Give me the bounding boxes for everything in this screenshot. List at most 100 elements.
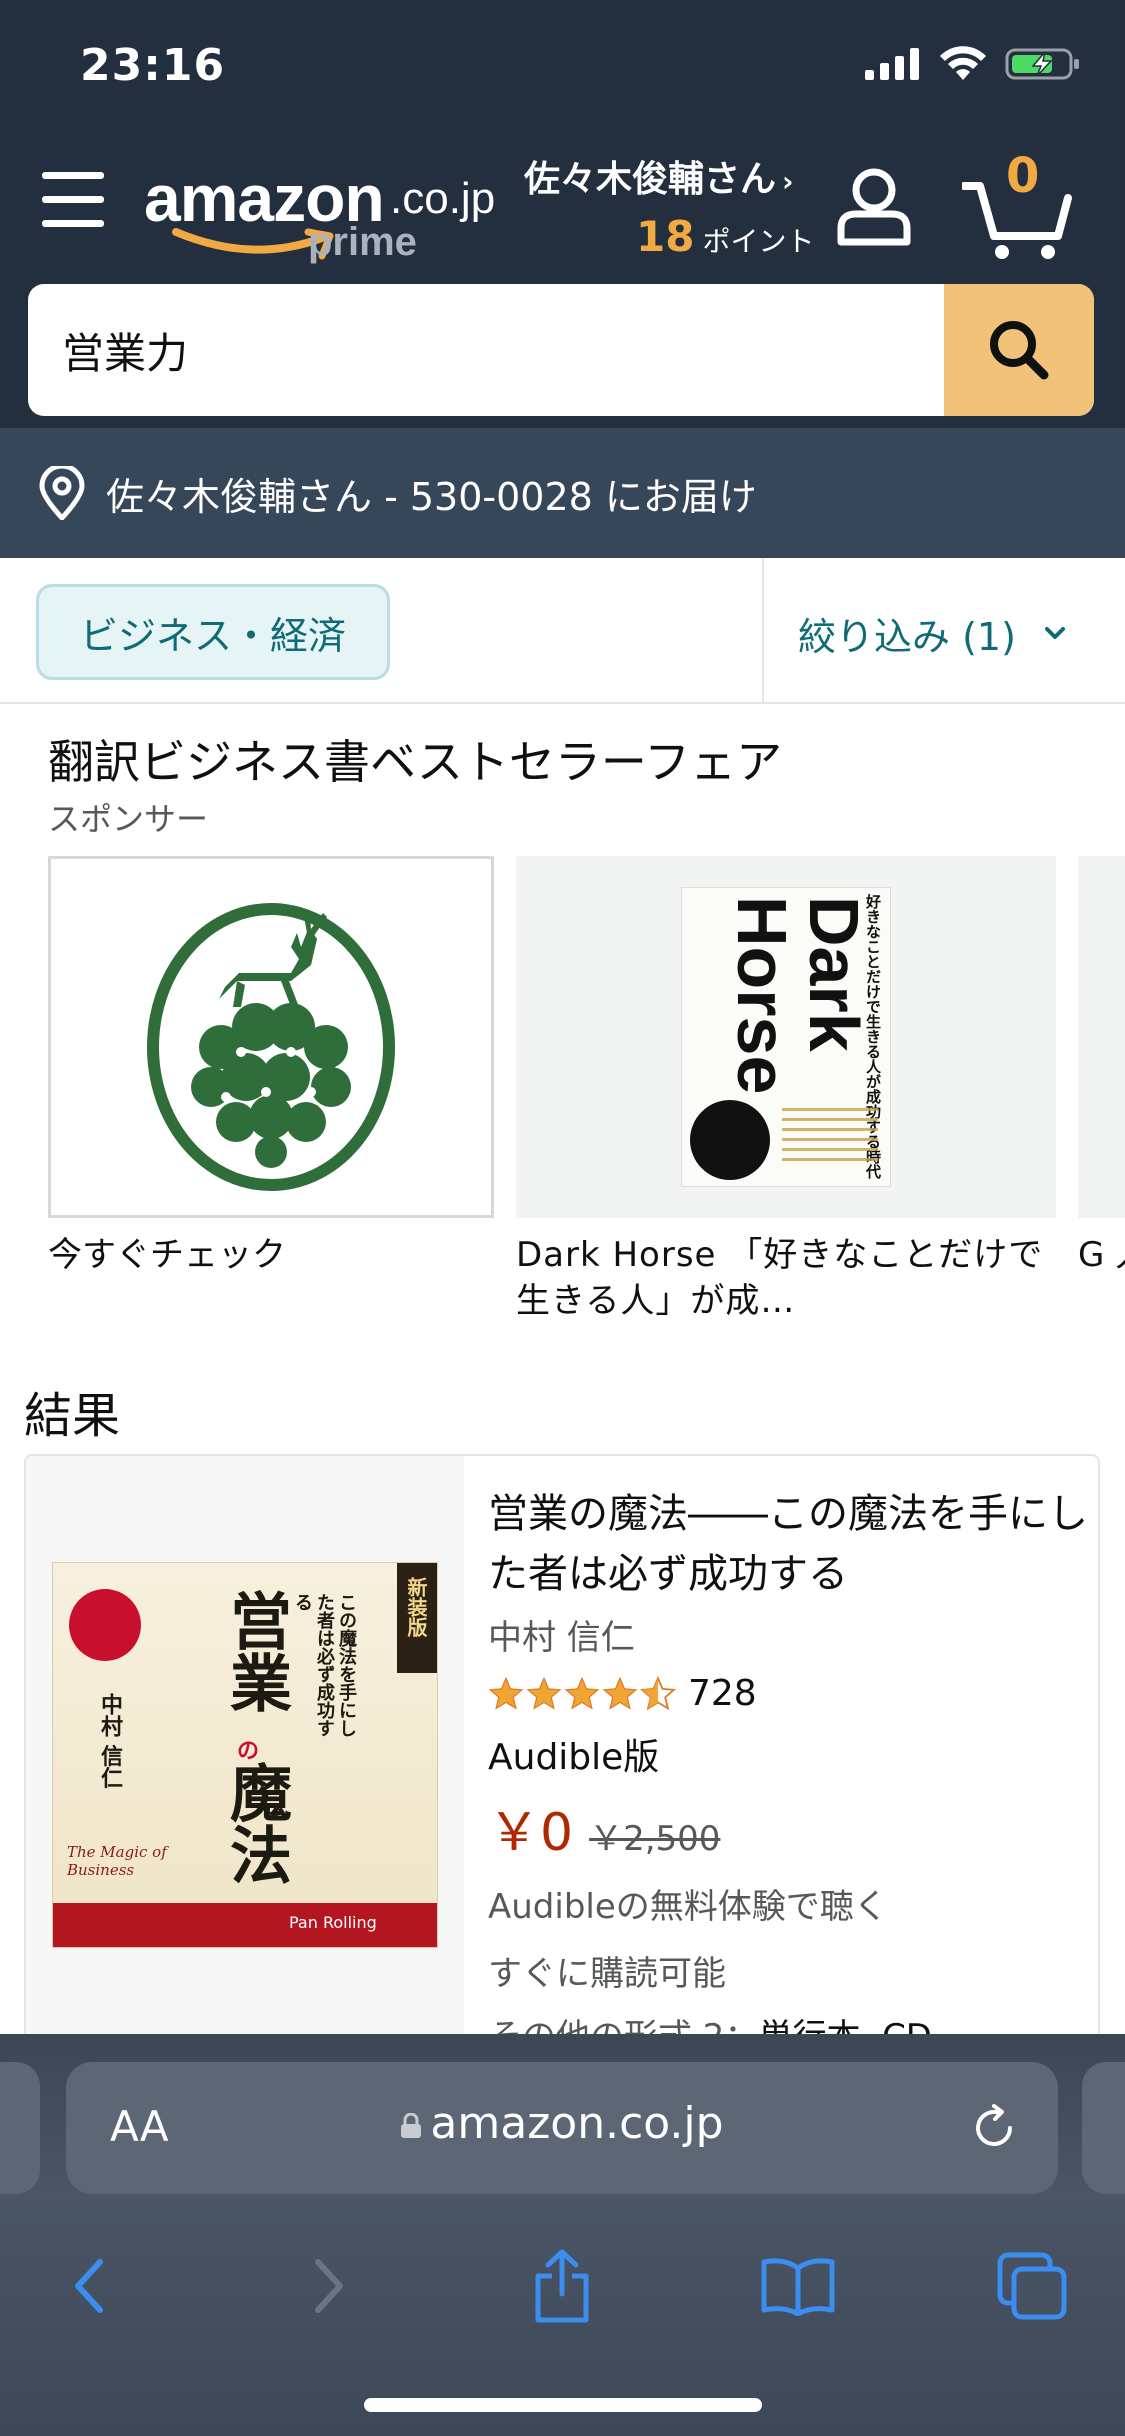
reload-icon[interactable] [968,2102,1020,2154]
chevron-down-icon [1044,627,1065,639]
user-account-icon[interactable] [836,166,912,246]
delivery-location[interactable]: 佐々木俊輔さん - 530-0028 にお届け [0,428,1125,558]
site-header: amazon .co.jp prime 佐々木俊輔さん › 18 ポイント 0 [0,132,1125,282]
tabs-icon [997,2252,1067,2320]
points-value: 18 [636,212,695,261]
points-balance: 18 ポイント [524,212,834,261]
result-list-price: ￥2,500 [589,1819,721,1859]
bookmarks-button[interactable] [758,2246,838,2326]
browser-toolbar: AA amazon.co.jp [0,2034,1125,2436]
address-bar[interactable]: AA amazon.co.jp [66,2062,1058,2194]
logo-domain: .co.jp [390,174,496,223]
search-button[interactable] [944,284,1094,416]
book-cover-dark-horse: Dark Horse 好きなことだけで生きる人が成功する時代 [516,856,1056,1218]
star-half-icon [640,1675,676,1710]
star-full-icon [602,1676,638,1710]
tabs-button[interactable] [992,2246,1072,2326]
result-image-panel[interactable]: 新装版 この魔法を手にした者は必ず成功する 営業 の 魔法 中村 信仁 The … [26,1456,464,2052]
previous-tab-preview[interactable] [0,2062,40,2194]
search-result-item[interactable]: 新装版 この魔法を手にした者は必ず成功する 営業 の 魔法 中村 信仁 The … [24,1454,1100,2054]
search-bar [0,282,1125,428]
battery-charging-icon [1005,48,1079,80]
cover-blurb-text [782,1108,878,1168]
partial-card-image [1078,856,1125,1218]
cover-blurb-circle [690,1100,770,1180]
forward-button[interactable] [290,2246,370,2326]
cover-title-end: 魔法 [219,1761,292,1885]
back-button[interactable] [48,2246,128,2326]
status-bar: 23:16 [0,0,1125,132]
points-label: ポイント [702,225,815,258]
filter-bar: ビジネス・経済 絞り込み (1) [0,558,1125,704]
chevron-right-icon [315,2259,343,2313]
cover-english-title: The Magic of Business [67,1843,167,1879]
cover-seal [69,1589,141,1661]
result-price: ￥0 [488,1803,574,1863]
cover-publisher: Pan Rolling [289,1913,377,1932]
status-time: 23:16 [80,40,226,91]
sponsored-label: スポンサー [48,800,209,838]
url-display: amazon.co.jp [66,2098,1058,2149]
result-author: 中村 信仁 [488,1618,635,1658]
account-chevron-icon: › [782,165,794,198]
sponsored-card-book[interactable]: Dark Horse 好きなことだけで生きる人が成功する時代 Dark Hors… [516,856,1056,1324]
amazon-prime-logo[interactable]: amazon .co.jp prime [144,160,504,270]
sponsored-carousel[interactable]: 今すぐチェック Dark Horse 好きなことだけで生きる人が成功する時代 D… [0,852,1125,1332]
cover-badge-text: 新装版 [404,1577,428,1637]
status-icons [865,46,1081,82]
audible-trial-text: Audibleの無料体験で聴く [488,1887,888,1927]
cart-count: 0 [1006,148,1040,204]
star-full-icon [526,1676,562,1710]
book-cover-image: 新装版 この魔法を手にした者は必ず成功する 営業 の 魔法 中村 信仁 The … [52,1562,438,1948]
account-link[interactable]: 佐々木俊輔さん › 18 ポイント [524,150,834,261]
category-chip-business[interactable]: ビジネス・経済 [36,584,390,680]
result-info: 営業の魔法――この魔法を手にした者は必ず成功する 中村 信仁 728 Audib… [488,1484,1088,2052]
rating-count: 728 [688,1673,757,1714]
star-full-icon [564,1676,600,1710]
filter-divider [762,558,764,704]
logo-prime-label: prime [308,220,417,264]
sponsored-card-caption: G 人 [1078,1235,1125,1275]
delivery-address: 佐々木俊輔さん - 530-0028 にお届け [106,474,757,519]
cellular-signal-icon [865,48,919,80]
result-format[interactable]: Audible版 [488,1728,1088,1780]
result-title[interactable]: 営業の魔法――この魔法を手にした者は必ず成功する [488,1484,1088,1604]
cover-title-main: 営業 [219,1589,292,1713]
location-pin-icon [39,466,85,520]
cover-author: 中村 信仁 [97,1693,122,1789]
lock-icon [401,2113,422,2138]
sponsored-card-partial[interactable]: G 人 [1078,856,1125,1278]
refine-filter-button[interactable]: 絞り込み (1) [798,598,1066,668]
search-input[interactable] [28,284,944,416]
sponsored-card-caption: Dark Horse 「好きなことだけで生きる人」が成… [516,1235,1044,1321]
share-icon [535,2249,589,2323]
next-tab-preview[interactable] [1082,2062,1125,2194]
deer-emblem-logo [147,903,395,1191]
sponsored-card-caption: 今すぐチェック [48,1235,286,1275]
sponsored-title: 翻訳ビジネス書ベストセラーフェア [48,735,783,789]
chevron-left-icon [75,2259,103,2313]
share-button[interactable] [522,2246,602,2326]
sponsored-card-brand[interactable]: 今すぐチェック [48,856,494,1278]
cover-tagline: この魔法を手にした者は必ず成功する [292,1593,357,1737]
cart-button[interactable]: 0 [962,148,1072,262]
star-rating [488,1675,676,1712]
availability-text: すぐに購読可能 [488,1954,726,1994]
price-row: ￥0 ￥2,500 [488,1790,1088,1865]
publisher-logo-image [48,856,494,1218]
navigation-toolbar [0,2230,1125,2340]
url-text: amazon.co.jp [430,2098,724,2149]
refine-label: 絞り込み (1) [798,614,1016,659]
book-icon [761,2258,835,2316]
cover-red-band [53,1903,437,1947]
star-full-icon [488,1676,524,1710]
home-indicator[interactable] [364,2398,762,2412]
result-rating[interactable]: 728 [488,1673,1088,1714]
wifi-icon [940,46,986,80]
account-name: 佐々木俊輔さん › [524,150,834,202]
hamburger-menu-icon[interactable] [42,172,104,232]
results-heading: 結果 [24,1388,121,1444]
search-icon [990,321,1049,380]
search-box [28,284,1094,416]
account-name-text: 佐々木俊輔さん [524,159,777,200]
